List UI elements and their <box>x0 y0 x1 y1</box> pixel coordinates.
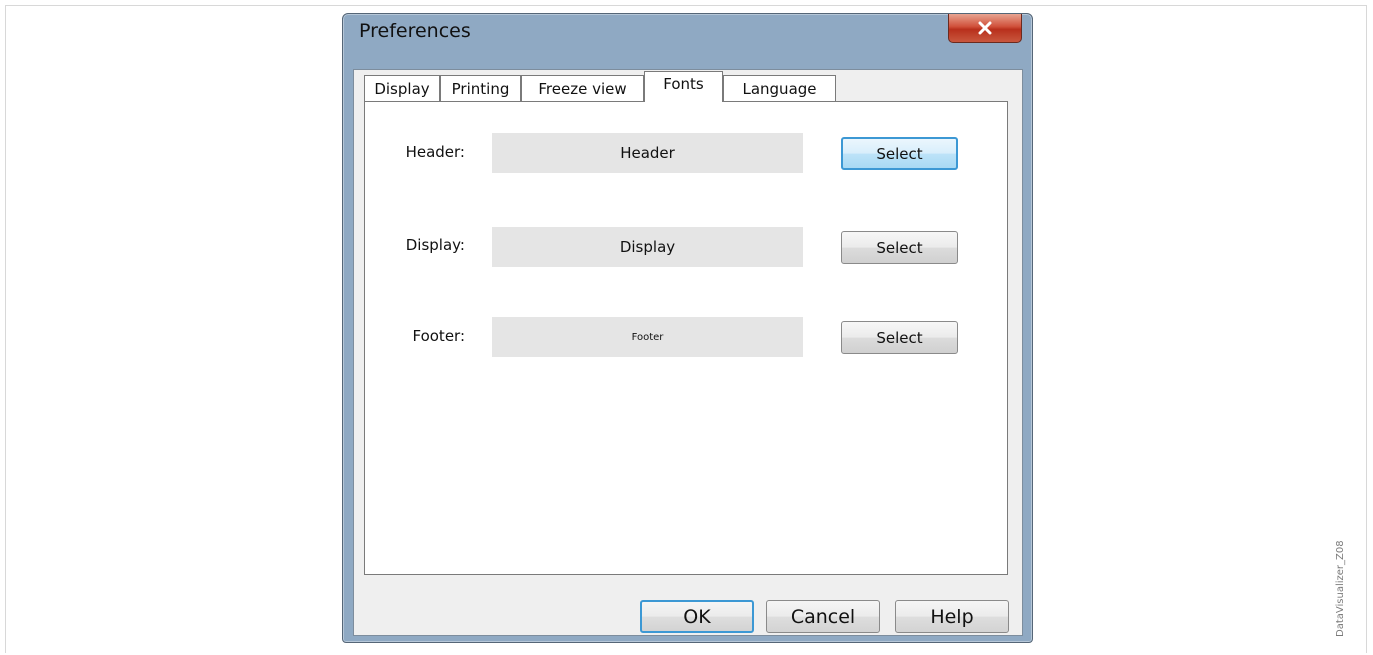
help-button[interactable]: Help <box>895 600 1009 633</box>
preferences-dialog: Preferences Display Printing Freeze view… <box>342 13 1033 643</box>
tab-printing[interactable]: Printing <box>440 75 521 101</box>
dialog-title: Preferences <box>359 20 471 42</box>
tab-display[interactable]: Display <box>364 75 440 101</box>
tab-label: Freeze view <box>538 79 627 98</box>
display-font-select-button[interactable]: Select <box>841 231 958 264</box>
help-button-label: Help <box>930 605 974 628</box>
footer-font-select-button[interactable]: Select <box>841 321 958 354</box>
tab-fonts[interactable]: Fonts <box>644 71 723 102</box>
footer-font-preview: Footer <box>492 317 803 357</box>
tab-label: Display <box>374 79 430 98</box>
display-font-label: Display: <box>405 236 465 254</box>
select-button-label: Select <box>876 328 923 347</box>
tab-label: Printing <box>451 79 510 98</box>
header-font-label: Header: <box>405 143 465 161</box>
ok-button[interactable]: OK <box>640 600 754 633</box>
select-button-label: Select <box>876 144 923 163</box>
display-font-preview-text: Display <box>619 238 676 256</box>
dialog-client-area: Display Printing Freeze view Fonts Langu… <box>353 69 1023 636</box>
close-icon <box>978 21 992 35</box>
display-font-preview: Display <box>492 227 803 267</box>
footer-font-preview-text: Footer <box>631 331 664 343</box>
fonts-tab-panel: Header: Header Select Display: Display S… <box>364 101 1008 575</box>
tab-freeze-view[interactable]: Freeze view <box>521 75 644 101</box>
tab-label: Language <box>742 79 817 98</box>
ok-button-label: OK <box>683 605 711 628</box>
cancel-button-label: Cancel <box>790 605 856 628</box>
header-font-preview: Header <box>492 133 803 173</box>
tab-language[interactable]: Language <box>723 75 836 101</box>
cancel-button[interactable]: Cancel <box>766 600 880 633</box>
select-button-label: Select <box>876 238 923 257</box>
header-font-preview-text: Header <box>620 144 675 162</box>
footer-font-label: Footer: <box>412 327 465 345</box>
tab-label: Fonts <box>663 75 704 93</box>
close-button[interactable] <box>948 14 1022 43</box>
header-font-select-button[interactable]: Select <box>841 137 958 170</box>
figure-caption: DataVisualizer_Z08 <box>1335 540 1346 637</box>
